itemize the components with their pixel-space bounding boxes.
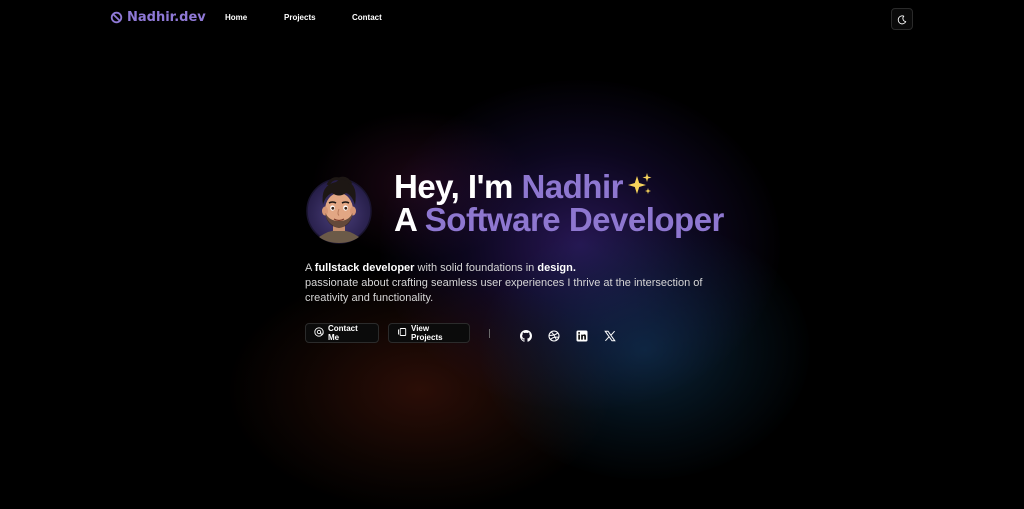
dribbble-icon[interactable]	[548, 327, 560, 342]
nav-link-home[interactable]: Home	[225, 13, 247, 22]
nav-link-projects[interactable]: Projects	[284, 13, 316, 22]
background-glow-purple	[380, 80, 780, 410]
view-projects-button[interactable]: View Projects	[388, 323, 470, 343]
hero-actions: Contact Me View Projects	[305, 323, 616, 343]
github-icon[interactable]	[520, 327, 532, 342]
nav-link-contact[interactable]: Contact	[352, 13, 382, 22]
at-sign-icon	[314, 327, 324, 339]
contact-me-button[interactable]: Contact Me	[305, 323, 379, 343]
desc-part-2: with solid foundations in	[414, 262, 538, 274]
hero-name: Nadhir	[521, 168, 623, 205]
sparkles-icon	[624, 170, 654, 205]
avatar	[306, 171, 372, 245]
brand-name: Nadhir.dev	[127, 10, 206, 25]
theme-toggle-button[interactable]	[891, 8, 913, 30]
hero-description: A fullstack developer with solid foundat…	[305, 261, 735, 306]
moon-icon	[897, 10, 907, 29]
hero-heading-line-1: Hey, I'm Nadhir	[394, 170, 724, 203]
hero-greeting: Hey, I'm	[394, 168, 522, 205]
desc-line-2: passionate about crafting seamless user …	[305, 277, 703, 304]
hero-heading-line-2: A Software Developer	[394, 203, 724, 236]
hero-heading: Hey, I'm Nadhir A Software Developer	[394, 170, 724, 236]
linkedin-icon[interactable]	[576, 327, 588, 342]
contact-me-label: Contact Me	[328, 324, 358, 342]
brand-logo-link[interactable]: Nadhir.dev	[110, 10, 206, 25]
hero-role-prefix: A	[394, 201, 425, 238]
top-nav: Nadhir.dev Home Projects Contact	[0, 0, 1024, 38]
brand-logo-icon	[110, 11, 123, 24]
background-glow-teal	[480, 220, 810, 480]
actions-divider	[489, 328, 490, 338]
hero-role: Software Developer	[424, 201, 725, 238]
page: Nadhir.dev Home Projects Contact Hey, I'…	[0, 0, 1024, 509]
desc-design: design.	[537, 262, 576, 274]
social-links	[520, 327, 616, 342]
x-icon[interactable]	[604, 327, 616, 342]
desc-fullstack: fullstack developer	[314, 262, 415, 274]
gallery-icon	[397, 327, 407, 339]
desc-part-1: A	[305, 262, 315, 274]
view-projects-label: View Projects	[411, 324, 443, 342]
